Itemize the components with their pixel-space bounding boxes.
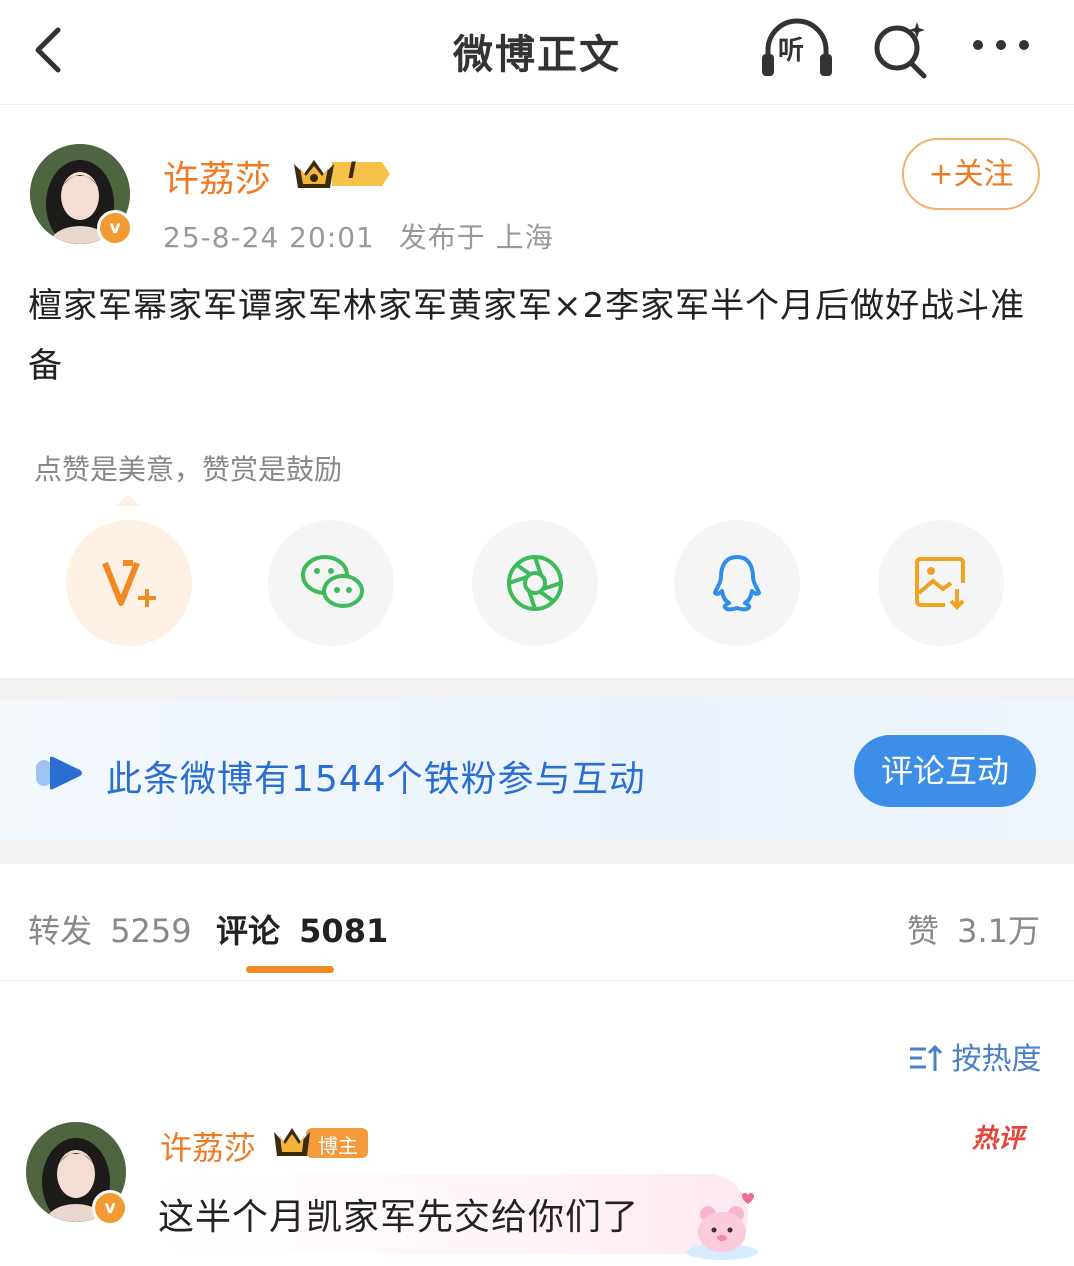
ai-search-icon[interactable] [870, 18, 932, 80]
sort-by-hot-button[interactable]: 按热度 [908, 1034, 1042, 1078]
tab-comment[interactable]: 评论 5081 [216, 906, 388, 952]
sort-icon [910, 1044, 943, 1071]
section-divider [0, 678, 1074, 700]
pink-bear-sticker-icon [682, 1190, 762, 1266]
follow-button[interactable]: +关注 [902, 138, 1040, 210]
share-wechat-button[interactable] [268, 520, 394, 646]
verified-badge-icon: v [97, 210, 133, 246]
comment-interact-button[interactable]: 评论互动 [854, 735, 1036, 807]
tab-repost-label: 转发 [28, 912, 93, 950]
tab-likes[interactable]: 赞 3.1万 [907, 906, 1040, 952]
hot-comment-tag: 热评 [972, 1124, 1025, 1154]
tab-comment-label: 评论 [216, 912, 281, 950]
active-tab-indicator [246, 966, 334, 973]
listen-button[interactable]: 听 [758, 14, 836, 80]
save-image-button[interactable] [878, 520, 1004, 646]
level-badge-text: I [348, 159, 357, 184]
moments-icon [507, 555, 563, 611]
more-dots-icon[interactable] [970, 30, 1032, 60]
share-moments-button[interactable] [472, 520, 598, 646]
reward-v-plus-icon [102, 560, 156, 607]
share-qq-button[interactable] [674, 520, 800, 646]
listen-label: 听 [778, 36, 805, 66]
tabs-divider [0, 980, 1074, 981]
qq-icon [713, 555, 761, 612]
tip-pointer [116, 494, 140, 506]
author-name[interactable]: 许荔莎 [163, 150, 271, 202]
tab-likes-label: 赞 [906, 912, 939, 950]
blogger-crown-icon: 博主 [272, 1124, 368, 1160]
comment-text: 这半个月凯家军先交给你们了 [158, 1197, 640, 1238]
sort-label: 按热度 [951, 1042, 1042, 1077]
tab-comment-count: 5081 [299, 912, 389, 950]
comment-author[interactable]: 许荔莎 [160, 1123, 256, 1169]
post-meta: 25-8-24 20:01 发布于 上海 [163, 216, 554, 256]
save-image-icon [915, 557, 965, 610]
wechat-icon [301, 555, 364, 608]
post-location: 发布于 上海 [398, 221, 554, 254]
section-divider [0, 840, 1074, 864]
member-crown-icon[interactable]: I [292, 154, 392, 194]
post-timestamp: 25-8-24 20:01 [163, 221, 375, 254]
tab-likes-count: 3.1万 [957, 912, 1040, 950]
tab-repost[interactable]: 转发 5259 [28, 906, 192, 952]
reward-button[interactable] [66, 520, 192, 646]
fans-play-icon [36, 756, 84, 794]
fans-banner-text: 此条微博有1544个铁粉参与互动 [106, 759, 646, 800]
reward-tip: 点赞是美意，赞赏是鼓励 [34, 453, 343, 486]
verified-badge-icon: v [92, 1190, 128, 1226]
post-body: 檀家军幂家军谭家军林家军黄家军×2李家军半个月后做好战斗准备 [28, 286, 1026, 386]
tab-repost-count: 5259 [110, 912, 192, 950]
blogger-badge-text: 博主 [318, 1134, 358, 1158]
